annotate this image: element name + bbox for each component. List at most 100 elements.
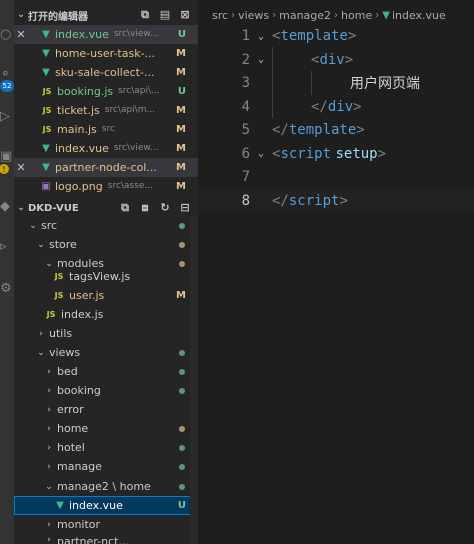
open-editor-name: sku-sale-collect-...: [55, 65, 155, 79]
run-debug-icon[interactable]: ▷: [0, 108, 14, 126]
chevron-right-icon: ›: [47, 519, 51, 530]
open-editors-header[interactable]: ⌄ 打开的编辑器 ⧉ ▤ ⊠: [14, 5, 198, 25]
tree-folder-store[interactable]: ⌄ store: [14, 235, 198, 254]
code-token: <: [311, 51, 320, 68]
open-editor-name: index.vue: [55, 141, 109, 155]
line-number: 5: [241, 122, 250, 139]
vue-file-icon: ▼: [382, 9, 390, 21]
explorer-title: DKD-VUE: [28, 202, 79, 214]
status-dot: [179, 387, 185, 394]
tree-folder-src[interactable]: ⌄ src: [14, 216, 198, 235]
tree-file-active-index-vue[interactable]: ▼ index.vue U: [14, 496, 198, 515]
tree-folder-error[interactable]: › error: [14, 400, 198, 419]
open-editor-item[interactable]: JS ticket.js src\api\m... M: [14, 101, 198, 120]
chevron-down-icon: ⌄: [37, 239, 45, 250]
tree-folder-monitor[interactable]: › monitor: [14, 515, 198, 534]
tree-folder-hotel[interactable]: › hotel: [14, 438, 198, 457]
code-line[interactable]: 6 ⌄ < script setup >: [198, 142, 474, 166]
tree-folder-label: booking: [57, 384, 101, 397]
tree-file-store-index[interactable]: JS index.js: [14, 305, 198, 324]
line-number: 3: [241, 75, 250, 92]
tree-folder-home[interactable]: › home: [14, 419, 198, 438]
refresh-icon[interactable]: ↻: [158, 201, 172, 215]
tree-folder-manage2-home[interactable]: ⌄ manage2 \ home: [14, 477, 198, 496]
chevron-down-icon: ⌄: [45, 481, 53, 492]
indent-guide: [311, 71, 312, 95]
breadcrumb-item[interactable]: src: [212, 9, 228, 22]
git-status: M: [176, 104, 186, 116]
code-line[interactable]: 1 ⌄ < template >: [198, 25, 474, 49]
tree-folder-bed[interactable]: › bed: [14, 362, 198, 381]
chevron-right-icon: ›: [47, 385, 51, 396]
breadcrumb-item[interactable]: index.vue: [392, 9, 446, 22]
breadcrumb-item[interactable]: home: [341, 9, 372, 22]
git-status: M: [176, 123, 186, 135]
open-editor-item[interactable]: ▼ index.vue src\view... M: [14, 139, 198, 158]
open-editor-item[interactable]: ▣ logo.png src\asse... M: [14, 177, 198, 196]
code-line[interactable]: 5 </template >: [198, 119, 474, 143]
new-file-icon[interactable]: ⧉: [138, 8, 152, 22]
code-token: <: [272, 28, 281, 45]
tree-file-tagsview[interactable]: JS tagsView.js: [14, 268, 198, 284]
tree-folder-booking[interactable]: › booking: [14, 381, 198, 400]
git-status: U: [177, 28, 186, 40]
open-editor-item[interactable]: ✕ ▼ index.vue src\view... U: [14, 24, 198, 44]
code-line[interactable]: 4 </div >: [198, 95, 474, 119]
open-editor-item[interactable]: JS booking.js src\api\... U: [14, 82, 198, 101]
testing-icon[interactable]: ▹: [0, 238, 14, 256]
status-dot: [179, 222, 185, 229]
code-token: </: [272, 192, 289, 209]
remote-icon[interactable]: ◆: [0, 198, 14, 216]
tree-file-user[interactable]: JS user.js M: [14, 286, 198, 305]
open-editor-name: main.js: [57, 122, 97, 136]
fold-chevron-icon[interactable]: ⌄: [250, 54, 272, 65]
git-status: M: [176, 161, 186, 173]
vue-file-icon: ▼: [42, 66, 50, 78]
code-token: >: [353, 98, 362, 115]
code-token: </: [272, 122, 289, 139]
status-dot: [179, 241, 185, 248]
explorer-sidebar: ⌄ 打开的编辑器 ⧉ ▤ ⊠ ✕ ▼ index.vue src\view... U ▼ h…: [14, 0, 198, 544]
open-editor-item[interactable]: ▼ home-user-task-... M: [14, 44, 198, 63]
line-number: 1: [241, 28, 250, 45]
save-all-icon[interactable]: ▤: [158, 8, 172, 22]
git-status: M: [176, 66, 186, 78]
close-icon[interactable]: ✕: [14, 161, 28, 174]
settings-icon[interactable]: ⚙: [0, 280, 14, 298]
fold-chevron-icon[interactable]: ⌄: [250, 148, 272, 159]
new-folder-icon[interactable]: ⧈: [138, 201, 152, 215]
tree-folder-partial[interactable]: › partner-nct...: [14, 535, 198, 544]
fold-chevron-icon[interactable]: ⌄: [250, 31, 272, 42]
code-line[interactable]: 8 </script >: [198, 189, 474, 213]
close-all-icon[interactable]: ⊠: [178, 8, 192, 22]
open-editor-item[interactable]: JS main.js src M: [14, 120, 198, 139]
code-editor[interactable]: src › views › manage2 › home › ▼ index.vue 1 ⌄ < tem…: [198, 0, 474, 544]
open-editor-item[interactable]: ▼ sku-sale-collect-... M: [14, 63, 198, 82]
svg-text:!: !: [2, 165, 5, 174]
tree-folder-label: home: [57, 422, 89, 435]
tree-folder-manage[interactable]: › manage: [14, 457, 198, 476]
breadcrumb-item[interactable]: views: [238, 9, 269, 22]
code-token: script: [280, 145, 332, 162]
tree-folder-views[interactable]: ⌄ views: [14, 343, 198, 362]
code-line[interactable]: 3 用户网页端: [198, 72, 474, 96]
new-file-icon[interactable]: ⧉: [118, 201, 132, 215]
open-editor-item[interactable]: ✕ ▼ partner-node-col... M: [14, 157, 198, 177]
close-icon[interactable]: ✕: [14, 28, 28, 41]
sidebar-scrollbar[interactable]: [190, 216, 198, 544]
search-icon[interactable]: ○: [0, 26, 14, 44]
breadcrumb-item[interactable]: manage2: [279, 9, 331, 22]
chevron-right-icon: ›: [39, 328, 43, 339]
open-editors-title: 打开的编辑器: [28, 11, 88, 23]
code-line[interactable]: 2 ⌄ < div >: [198, 48, 474, 72]
tree-folder-utils[interactable]: › utils: [14, 324, 198, 343]
code-line[interactable]: 7: [198, 166, 474, 190]
explorer-header[interactable]: ⌄ DKD-VUE ⧉ ⧈ ↻ ⊟: [14, 198, 198, 218]
line-number: 8: [241, 192, 250, 209]
status-dot: [179, 444, 185, 451]
warning-icon[interactable]: !: [0, 163, 14, 175]
tree-folder-label: bed: [57, 365, 78, 378]
collapse-all-icon[interactable]: ⊟: [178, 201, 192, 215]
tree-folder-label: manage: [57, 460, 102, 473]
line-number: 4: [241, 98, 250, 115]
